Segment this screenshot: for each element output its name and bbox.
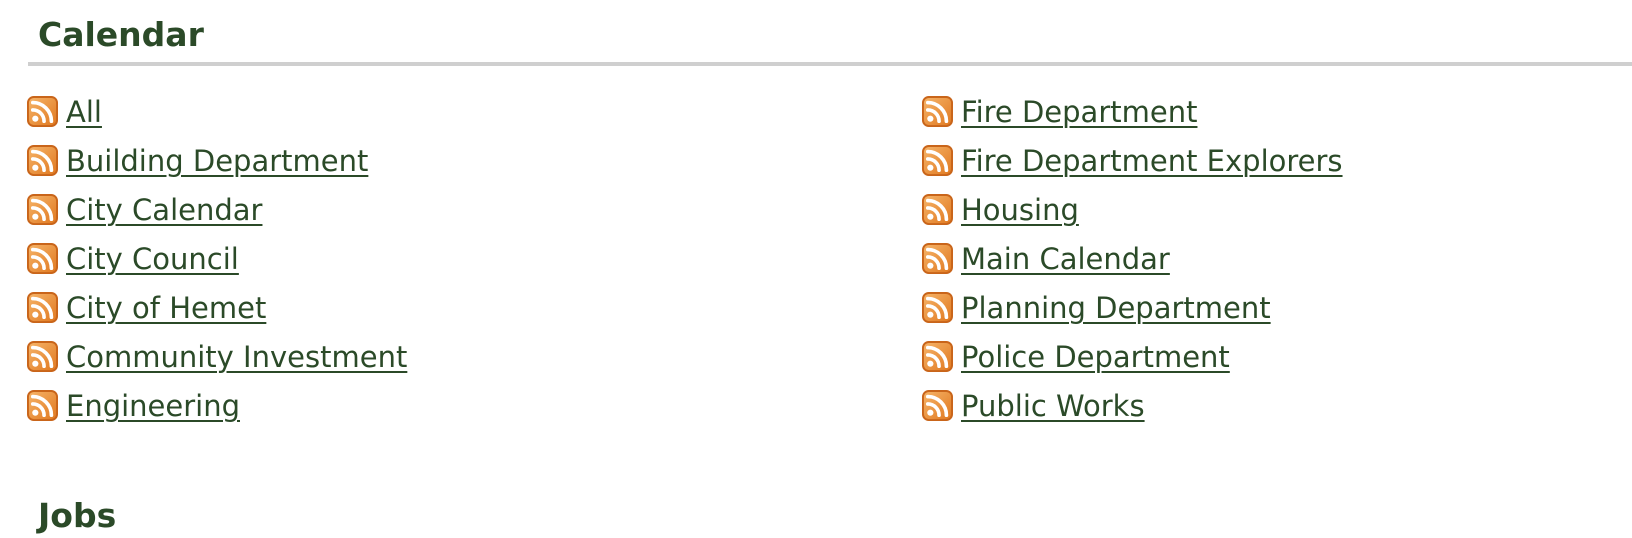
feed-link-building-department[interactable]: Building Department [66,142,368,180]
feed-item-community-investment: Community Investment [27,338,407,387]
feed-link-city-calendar[interactable]: City Calendar [66,191,262,229]
feed-item-main-calendar: Main Calendar [922,240,1343,289]
feed-link-fire-department-explorers[interactable]: Fire Department Explorers [961,142,1343,180]
rss-feed-icon[interactable] [27,243,58,274]
rss-feed-icon[interactable] [922,390,953,421]
rss-feed-icon[interactable] [922,96,953,127]
rss-feed-icon[interactable] [27,145,58,176]
feed-link-housing[interactable]: Housing [961,191,1079,229]
feed-item-city-calendar: City Calendar [27,191,407,240]
rss-feed-icon[interactable] [922,243,953,274]
feed-item-police-department: Police Department [922,338,1343,387]
rss-feed-icon[interactable] [27,292,58,323]
feed-link-planning-department[interactable]: Planning Department [961,289,1271,327]
feed-link-police-department[interactable]: Police Department [961,338,1230,376]
rss-feed-icon[interactable] [922,292,953,323]
rss-feed-icon[interactable] [922,194,953,225]
feed-item-all: All [27,93,407,142]
feed-item-planning-department: Planning Department [922,289,1343,338]
rss-feed-icon[interactable] [27,390,58,421]
feed-link-city-of-hemet[interactable]: City of Hemet [66,289,266,327]
feed-item-city-council: City Council [27,240,407,289]
feed-link-all[interactable]: All [66,93,102,131]
rss-feed-icon[interactable] [27,96,58,127]
feed-link-city-council[interactable]: City Council [66,240,239,278]
feed-item-fire-department: Fire Department [922,93,1343,142]
rss-feed-icon[interactable] [922,341,953,372]
feed-item-engineering: Engineering [27,387,407,436]
feed-link-public-works[interactable]: Public Works [961,387,1145,425]
feed-item-public-works: Public Works [922,387,1343,436]
jobs-section-heading: Jobs [38,496,117,535]
feed-item-building-department: Building Department [27,142,407,191]
rss-feed-icon[interactable] [27,341,58,372]
feed-link-engineering[interactable]: Engineering [66,387,240,425]
feed-link-fire-department[interactable]: Fire Department [961,93,1197,131]
calendar-feeds-right-column: Fire Department Fire Department Explorer… [922,93,1343,436]
calendar-feeds-left-column: All Building Department City Calendar Ci… [27,93,407,436]
feed-item-housing: Housing [922,191,1343,240]
feed-item-fire-department-explorers: Fire Department Explorers [922,142,1343,191]
feed-link-community-investment[interactable]: Community Investment [66,338,407,376]
calendar-section-heading: Calendar [38,15,204,54]
feed-link-main-calendar[interactable]: Main Calendar [961,240,1170,278]
rss-feed-icon[interactable] [922,145,953,176]
calendar-heading-divider [28,62,1632,66]
feed-item-city-of-hemet: City of Hemet [27,289,407,338]
rss-feed-icon[interactable] [27,194,58,225]
